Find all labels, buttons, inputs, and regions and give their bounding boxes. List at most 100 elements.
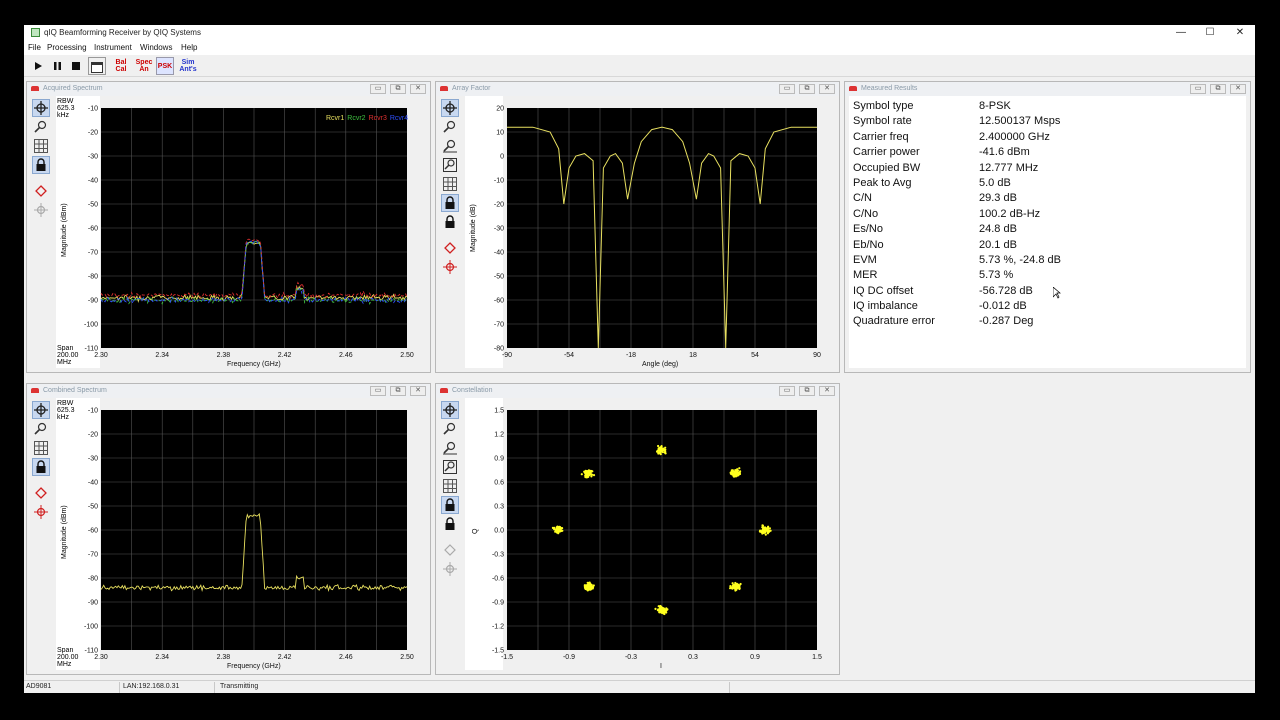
window-icon <box>91 62 103 73</box>
result-row: IQ imbalance -0.012 dB <box>853 300 1246 315</box>
y-tick-label: -100 <box>84 624 98 631</box>
result-label: IQ DC offset <box>853 284 914 297</box>
menu-bar: File Processing Instrument Windows Help <box>24 41 1255 55</box>
play-button[interactable] <box>29 57 47 75</box>
window-layout-button[interactable] <box>88 57 106 75</box>
menu-file[interactable]: File <box>28 43 41 52</box>
maximize-button[interactable]: ☐ <box>1196 25 1224 41</box>
psk-button[interactable]: PSK <box>156 57 174 75</box>
x-tick-label: -1.5 <box>501 654 513 661</box>
constellation-point <box>761 526 764 529</box>
sim-ants-button[interactable]: Sim Ant's <box>179 57 197 75</box>
constellation-point <box>585 470 588 473</box>
constellation-point <box>664 450 667 453</box>
constellation-point <box>759 529 762 532</box>
x-tick-label: -0.3 <box>625 654 637 661</box>
status-device: AD9081 <box>26 683 52 690</box>
constellation-point <box>738 467 741 470</box>
y-tick-label: -70 <box>494 322 504 329</box>
bal-cal-label-1: Bal <box>115 59 127 66</box>
minimize-button[interactable]: — <box>1167 25 1195 41</box>
result-row: Peak to Avg 5.0 dB <box>853 177 1246 192</box>
result-value: 5.73 %, -24.8 dB <box>979 253 1061 266</box>
result-value: 2.400000 GHz <box>979 130 1050 143</box>
result-row: Carrier freq 2.400000 GHz <box>853 131 1246 146</box>
constellation-point <box>734 585 737 588</box>
constellation-point <box>768 529 771 532</box>
result-label: Quadrature error <box>853 315 935 328</box>
menu-help[interactable]: Help <box>181 43 197 52</box>
y-tick-label: 0.9 <box>494 456 504 463</box>
constellation-point <box>761 529 764 532</box>
spec-an-label-2: An <box>139 66 149 73</box>
panel-minimize-button[interactable]: ▭ <box>1190 84 1206 94</box>
constellation-point <box>762 527 766 530</box>
chart-svg: -1.5 -0.9 -0.3 0.3 0.9 1.5 1.5 1.2 0.9 0.6 0.3 0.0 -… <box>492 408 822 662</box>
x-tick-label: 0.3 <box>688 654 698 661</box>
constellation-point <box>589 472 592 475</box>
constellation-point <box>736 468 739 471</box>
result-label: Carrier freq <box>853 130 909 143</box>
pause-button[interactable] <box>48 57 66 75</box>
y-tick-label: -30 <box>88 154 98 161</box>
legend-entry: Rcvr4 <box>389 115 409 122</box>
constellation-point <box>732 586 735 589</box>
y-tick-label: -10 <box>88 408 98 415</box>
y-tick-label: -110 <box>85 648 99 655</box>
y-tick-label: 1.5 <box>494 408 504 415</box>
result-value: 29.3 dB <box>979 192 1017 205</box>
x-tick-label: 2.30 <box>94 352 108 359</box>
bal-cal-button[interactable]: Bal Cal <box>112 57 130 75</box>
measured-results-panel: Measured Results ▭ ⧉ ✕ Symbol type 8-PSK Sym… <box>844 81 1251 373</box>
x-tick-label: 2.46 <box>339 654 353 661</box>
chart-svg: -90 -54 -18 18 54 90 20 10 0 -10 -20 -30 -40 -50 -60 -7… <box>494 106 821 360</box>
menu-processing[interactable]: Processing <box>47 43 87 52</box>
result-label: C/N <box>853 192 872 205</box>
result-row: Symbol rate 12.500137 Msps <box>853 115 1246 130</box>
result-label: Symbol type <box>853 100 914 112</box>
panel-restore-button[interactable]: ⧉ <box>1210 84 1226 94</box>
result-row: IQ DC offset -56.728 dB <box>853 285 1246 300</box>
constellation-point <box>729 585 732 588</box>
result-value: 12.500137 Msps <box>979 115 1061 128</box>
y-tick-label: -110 <box>85 346 99 353</box>
stop-button[interactable] <box>67 57 85 75</box>
constellation-point <box>734 588 737 591</box>
spec-an-button[interactable]: Spec An <box>135 57 153 75</box>
sim-ants-label-2: Ant's <box>179 66 197 73</box>
constellation-point <box>767 525 770 528</box>
result-value: 100.2 dB-Hz <box>979 207 1041 220</box>
y-tick-label: -60 <box>88 528 98 535</box>
constellation-point <box>659 609 662 612</box>
menu-instrument[interactable]: Instrument <box>94 43 132 52</box>
play-icon <box>34 62 42 70</box>
close-button[interactable]: ✕ <box>1226 25 1254 41</box>
constellation-point <box>555 528 558 531</box>
y-tick-label: -70 <box>88 250 98 257</box>
constellation-point <box>665 611 668 614</box>
chart-svg: 2.30 2.34 2.38 2.42 2.46 2.50 -10 -20 -30 -40 -50 -… <box>84 408 414 662</box>
menu-windows[interactable]: Windows <box>140 43 172 52</box>
result-label: Peak to Avg <box>853 176 912 189</box>
panel-close-button[interactable]: ✕ <box>1230 84 1246 94</box>
result-value: 8-PSK <box>979 100 1011 112</box>
constellation-point <box>583 585 586 588</box>
result-row: Es/No 24.8 dB <box>853 223 1246 238</box>
x-tick-label: 90 <box>813 352 821 359</box>
spec-an-label-1: Spec <box>135 59 153 66</box>
x-tick-label: 2.34 <box>155 352 169 359</box>
x-tick-label: -0.9 <box>563 654 575 661</box>
y-tick-label: -80 <box>88 576 98 583</box>
result-value: 12.777 MHz <box>979 161 1039 174</box>
status-state: Transmitting <box>220 683 259 690</box>
constellation-point <box>661 608 664 611</box>
legend-entry: Rcvr3 <box>368 115 387 122</box>
result-label: IQ imbalance <box>853 300 918 313</box>
status-lan: LAN:192.168.0.31 <box>123 683 180 690</box>
constellation-panel: Constellation ▭ ⧉ ✕ Q I -1.5 -0.9 -0.3 0.3 0.9… <box>435 383 840 675</box>
y-tick-label: 0 <box>500 154 504 161</box>
measured-results-title: Measured Results <box>861 85 918 92</box>
y-tick-label: 1.2 <box>494 432 504 439</box>
y-tick-label: -70 <box>88 552 98 559</box>
chart-svg: 2.30 2.34 2.38 2.42 2.46 2.50 -10 -20 -30 -40 -50 -… <box>84 106 414 360</box>
